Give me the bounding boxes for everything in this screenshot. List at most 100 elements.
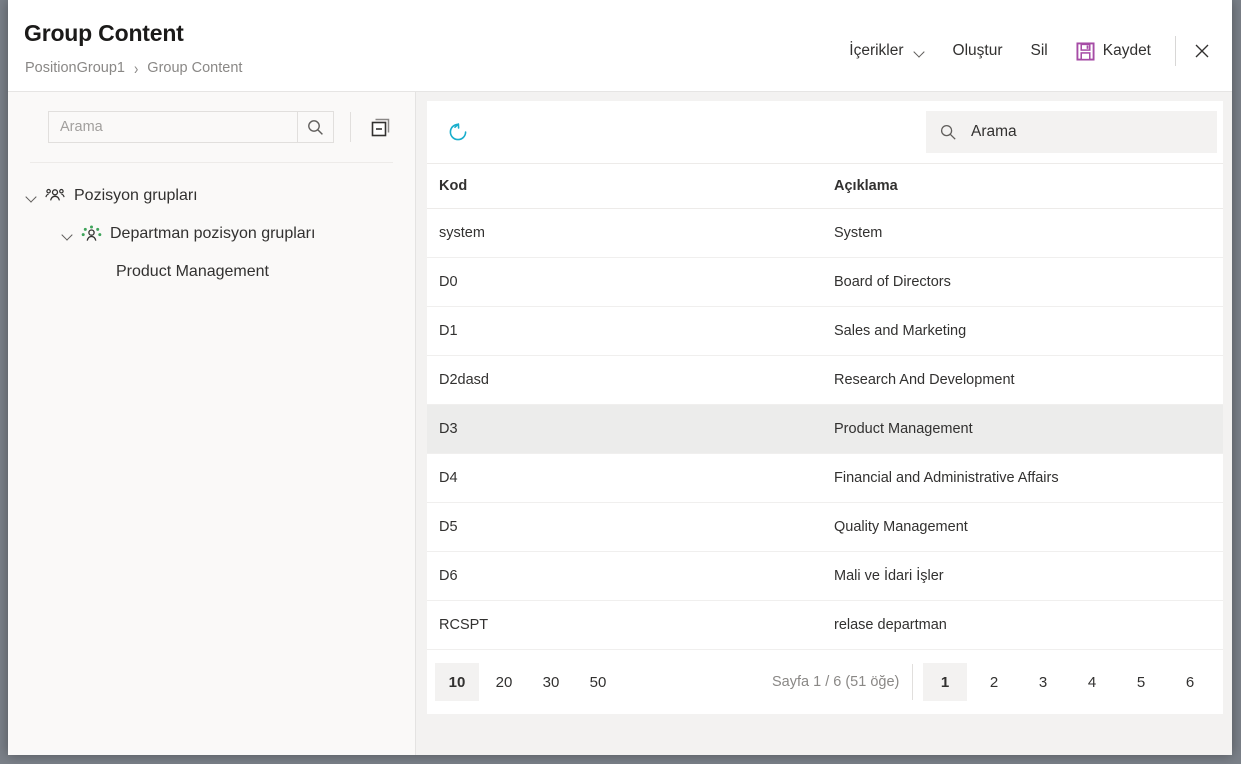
tree-toolbar	[8, 92, 415, 143]
cell-kod: D3	[427, 405, 825, 454]
table-row[interactable]: D6 Mali ve İdari İşler	[427, 552, 1223, 601]
table-row[interactable]: D5 Quality Management	[427, 503, 1223, 552]
search-icon	[940, 124, 957, 141]
cell-kod: D5	[427, 503, 825, 552]
contents-menu-label: İçerikler	[849, 42, 903, 60]
cell-kod: RCSPT	[427, 601, 825, 650]
tree-node-product-management[interactable]: Product Management	[8, 253, 415, 291]
breadcrumb-separator-icon: ›	[134, 59, 138, 78]
cell-aciklama: Product Management	[825, 405, 1223, 454]
content-table: Kod Açıklama system System D0 Boar	[427, 163, 1223, 650]
tree-expand-toggle[interactable]	[18, 193, 44, 200]
page-2[interactable]: 2	[972, 663, 1016, 701]
grid-toolbar: Arama	[427, 101, 1223, 163]
table-header-row: Kod Açıklama	[427, 164, 1223, 209]
department-person-icon	[80, 224, 102, 244]
tree-panel: Pozisyon grupları	[8, 92, 416, 755]
breadcrumb-current: Group Content	[147, 60, 242, 76]
tree-view: Pozisyon grupları	[8, 163, 415, 291]
cell-aciklama: Financial and Administrative Affairs	[825, 454, 1223, 503]
table-row[interactable]: D4 Financial and Administrative Affairs	[427, 454, 1223, 503]
save-button-label: Kaydet	[1103, 42, 1151, 60]
cell-kod: D4	[427, 454, 825, 503]
cell-aciklama: System	[825, 209, 1223, 258]
tree-node-label: Departman pozisyon grupları	[110, 225, 315, 243]
collapse-all-icon	[370, 117, 391, 138]
create-button-label: Oluştur	[953, 42, 1003, 60]
cell-kod: D0	[427, 258, 825, 307]
cell-aciklama: Quality Management	[825, 503, 1223, 552]
create-button[interactable]: Oluştur	[939, 36, 1017, 66]
breadcrumb: PositionGroup1 › Group Content	[25, 60, 242, 76]
delete-button-label: Sil	[1031, 42, 1048, 60]
page-3[interactable]: 3	[1021, 663, 1065, 701]
group-people-icon	[44, 186, 66, 206]
close-button[interactable]	[1186, 36, 1218, 66]
pagination-info: Sayfa 1 / 6 (51 öğe)	[772, 674, 899, 690]
cell-aciklama: Research And Development	[825, 356, 1223, 405]
chevron-down-icon	[62, 231, 73, 238]
grid-panel: Arama Kod Açıklama system	[416, 92, 1232, 755]
collapse-all-button[interactable]	[367, 114, 393, 140]
cell-kod: D1	[427, 307, 825, 356]
page-4[interactable]: 4	[1070, 663, 1114, 701]
cell-aciklama: relase departman	[825, 601, 1223, 650]
tree-node-label: Product Management	[90, 263, 269, 281]
header-actions: İçerikler Oluştur Sil Kaydet	[835, 36, 1218, 66]
tree-node-label: Pozisyon grupları	[74, 187, 198, 205]
group-content-dialog: Group Content PositionGroup1 › Group Con…	[8, 0, 1232, 755]
chevron-down-icon	[914, 48, 925, 55]
tree-node-pozisyon-gruplari[interactable]: Pozisyon grupları	[8, 177, 415, 215]
cell-kod: system	[427, 209, 825, 258]
table-row[interactable]: D1 Sales and Marketing	[427, 307, 1223, 356]
table-row[interactable]: RCSPT relase departman	[427, 601, 1223, 650]
table-row[interactable]: D2dasd Research And Development	[427, 356, 1223, 405]
pagination-pages: 1 2 3 4 5 6	[923, 663, 1217, 701]
save-button[interactable]: Kaydet	[1062, 36, 1165, 66]
page-size-10[interactable]: 10	[435, 663, 479, 701]
tree-expand-toggle[interactable]	[54, 231, 80, 238]
grid-search-input[interactable]: Arama	[926, 111, 1217, 153]
grid-search-value: Arama	[971, 123, 1017, 141]
page-6[interactable]: 6	[1168, 663, 1212, 701]
cell-aciklama: Board of Directors	[825, 258, 1223, 307]
page-size-30[interactable]: 30	[529, 663, 573, 701]
dialog-header: Group Content PositionGroup1 › Group Con…	[8, 0, 1232, 92]
table-row-selected[interactable]: D3 Product Management	[427, 405, 1223, 454]
table-body: system System D0 Board of Directors D1 S…	[427, 209, 1223, 650]
search-icon	[307, 119, 324, 136]
refresh-icon	[447, 121, 469, 143]
pagination-bar: 10 20 30 50 Sayfa 1 / 6 (51 öğe) 1 2 3 4…	[427, 650, 1223, 714]
page-size-50[interactable]: 50	[576, 663, 620, 701]
cell-aciklama: Mali ve İdari İşler	[825, 552, 1223, 601]
grid-card: Arama Kod Açıklama system	[427, 101, 1223, 714]
cell-aciklama: Sales and Marketing	[825, 307, 1223, 356]
column-header-aciklama[interactable]: Açıklama	[825, 164, 1223, 209]
tree-search-group	[48, 111, 334, 143]
dialog-body: Pozisyon grupları	[8, 92, 1232, 755]
tree-node-departman-pozisyon-gruplari[interactable]: Departman pozisyon grupları	[8, 215, 415, 253]
column-header-kod[interactable]: Kod	[427, 164, 825, 209]
cell-kod: D6	[427, 552, 825, 601]
table-head: Kod Açıklama	[427, 164, 1223, 209]
page-title: Group Content	[24, 20, 184, 47]
breadcrumb-parent[interactable]: PositionGroup1	[25, 60, 125, 76]
save-floppy-icon	[1076, 42, 1095, 61]
toolbar-divider	[350, 112, 351, 142]
desktop-backdrop: Group Content PositionGroup1 › Group Con…	[0, 0, 1241, 764]
cell-kod: D2dasd	[427, 356, 825, 405]
close-icon	[1195, 44, 1209, 58]
delete-button[interactable]: Sil	[1017, 36, 1062, 66]
tree-search-input[interactable]	[48, 111, 297, 143]
refresh-button[interactable]	[441, 115, 475, 149]
page-size-20[interactable]: 20	[482, 663, 526, 701]
table-row[interactable]: system System	[427, 209, 1223, 258]
page-5[interactable]: 5	[1119, 663, 1163, 701]
table-row[interactable]: D0 Board of Directors	[427, 258, 1223, 307]
contents-menu-button[interactable]: İçerikler	[835, 36, 938, 66]
pagination-divider	[912, 664, 913, 700]
header-divider	[1175, 36, 1176, 66]
tree-search-button[interactable]	[297, 111, 334, 143]
chevron-down-icon	[26, 193, 37, 200]
page-1[interactable]: 1	[923, 663, 967, 701]
